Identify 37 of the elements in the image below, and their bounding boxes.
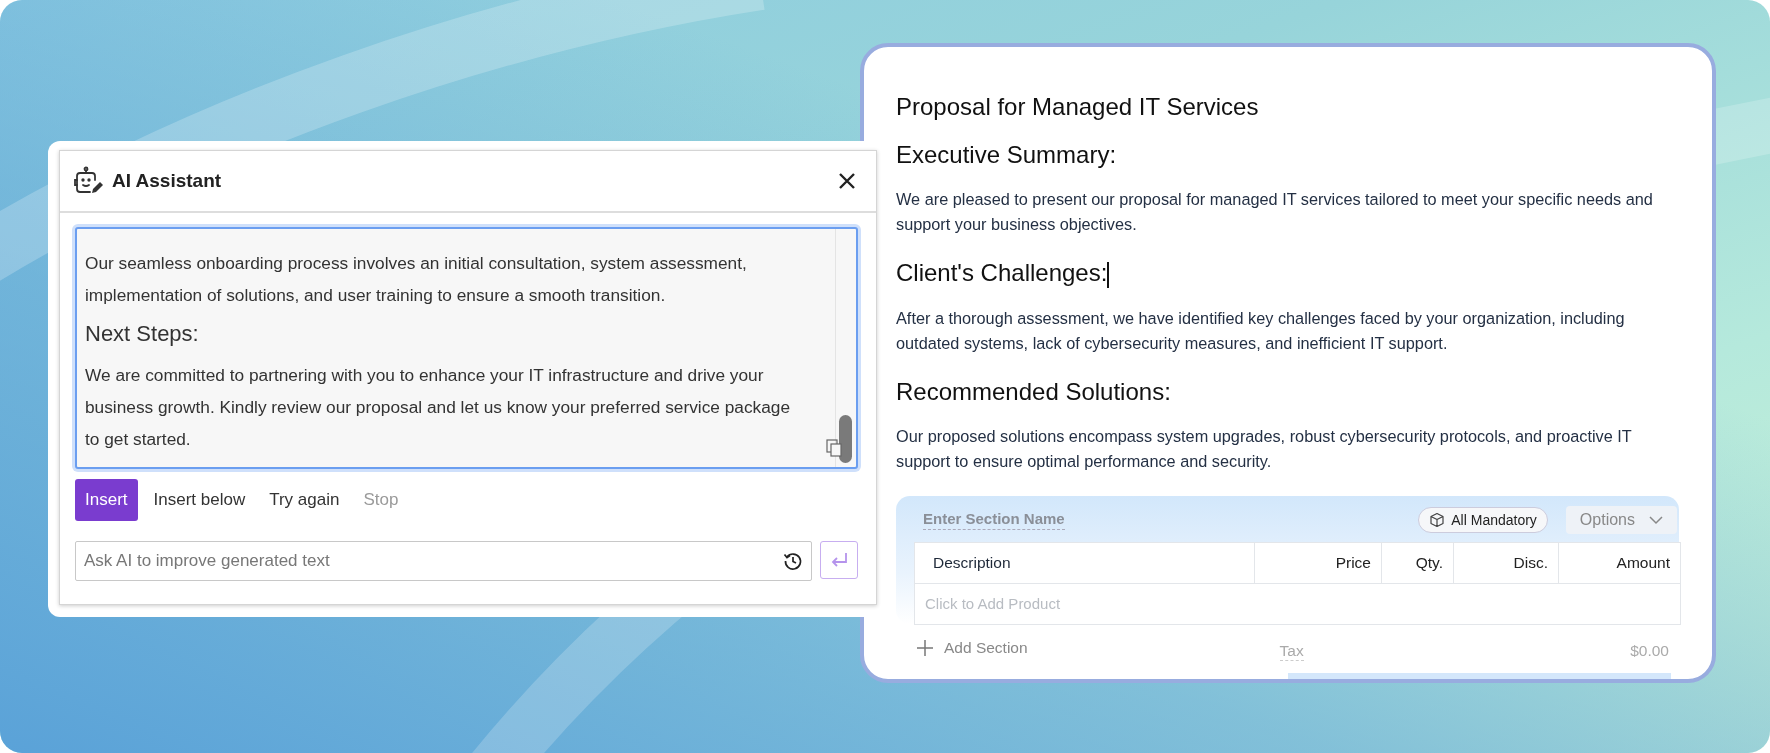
column-header: Amount: [1615, 552, 1671, 573]
section-heading: Executive Summary:: [896, 141, 1118, 169]
plus-icon: [916, 639, 934, 658]
section-paragraph: Our proposed solutions encompass system upgrades, robust cybersecurity protocols, and proactive IT support to ensure optimal performance and security.: [896, 425, 1633, 472]
generated-text-area[interactable]: [75, 227, 858, 469]
options-dropdown[interactable]: Options: [1565, 505, 1677, 534]
document-title: Proposal for Managed IT Services: [896, 93, 1260, 121]
generated-paragraph: Our seamless onboarding process involves an initial consultation, system assessment, implementation of solutions, and user training to ensure a smooth transition.: [85, 252, 748, 307]
section-heading: Client's Challenges:: [896, 259, 1110, 288]
column-header: Description: [915, 542, 1255, 583]
close-icon[interactable]: [838, 172, 856, 190]
column-header: Disc.: [1454, 542, 1559, 583]
action-button[interactable]: Try again: [261, 479, 348, 521]
add-section-button[interactable]: Add Section: [916, 639, 1028, 658]
scrollbar-thumb[interactable]: [839, 415, 852, 463]
cube-icon: [1429, 511, 1446, 528]
action-button[interactable]: Insert below: [145, 479, 254, 521]
section-paragraph: We are pleased to present our proposal for managed IT services tailored to meet your specific needs and support your business objectives.: [896, 189, 1654, 235]
column-header: Price: [1255, 542, 1382, 583]
insert-button[interactable]: Insert: [75, 479, 138, 521]
generated-paragraph: We are committed to partnering with you to enhance your IT infrastructure and drive your business growth. Kindly review our proposal and let us know your preferred service package to get started.: [85, 364, 792, 451]
chevron-down-icon: [1649, 514, 1663, 525]
enter-icon: [830, 552, 848, 568]
robot-icon: [74, 166, 104, 196]
add-product-row[interactable]: Click to Add Product: [915, 583, 1680, 624]
history-icon[interactable]: [783, 551, 803, 571]
window-title: AI Assistant: [112, 170, 222, 192]
generated-heading: Next Steps:: [85, 321, 200, 347]
copy-icon[interactable]: [826, 439, 842, 457]
tax-value: $0.00: [1630, 642, 1669, 661]
tax-label[interactable]: Tax: [1279, 641, 1304, 661]
mandatory-badge[interactable]: All Mandatory: [1418, 506, 1548, 533]
prompt-input-field[interactable]: Ask AI to improve generated text: [75, 541, 812, 581]
section-heading: Recommended Solutions:: [896, 377, 1172, 406]
section-name-field[interactable]: Enter Section Name: [923, 509, 1065, 530]
section-paragraph: After a thorough assessment, we have identified key challenges faced by your organization, including outdated systems, lack of cybersecurity measures, and inefficient IT support.: [896, 307, 1626, 354]
column-header: Qty.: [1382, 542, 1454, 583]
